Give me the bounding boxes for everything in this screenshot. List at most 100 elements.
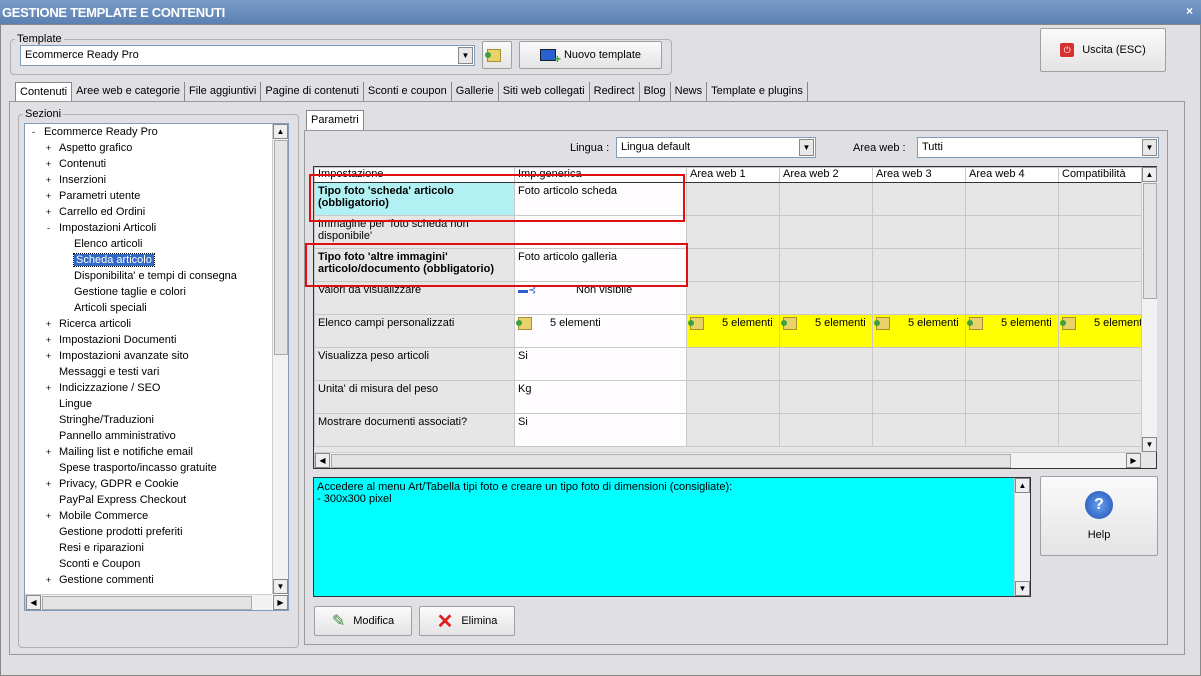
tree-item[interactable]: + Carrello ed Ordini — [44, 206, 145, 222]
column-header[interactable]: Area web 2 — [779, 167, 873, 183]
area-web-cell[interactable] — [872, 347, 966, 381]
area-web-cell[interactable]: 5 elementi — [965, 314, 1059, 348]
expand-icon[interactable]: + — [44, 208, 53, 217]
tree-item[interactable]: - Impostazioni Articoli — [44, 222, 156, 238]
tree-vertical-scrollbar[interactable]: ▲ ▼ — [272, 124, 288, 594]
area-web-cell[interactable] — [779, 380, 873, 414]
area-web-cell[interactable] — [872, 380, 966, 414]
expand-icon[interactable]: + — [44, 576, 53, 585]
area-web-cell[interactable] — [965, 281, 1059, 315]
tree-item[interactable]: + Impostazioni Documenti — [44, 334, 177, 350]
expand-icon[interactable]: + — [44, 336, 53, 345]
area-web-cell[interactable] — [1058, 215, 1152, 249]
area-web-cell[interactable] — [686, 215, 780, 249]
chevron-down-icon[interactable]: ▼ — [799, 139, 814, 156]
chevron-down-icon[interactable]: ▼ — [1142, 139, 1157, 156]
tree-item[interactable]: Spese trasporto/incasso gratuite — [44, 462, 217, 478]
area-web-cell[interactable]: 5 elementi — [1058, 314, 1152, 348]
area-web-cell[interactable] — [686, 248, 780, 282]
area-web-cell[interactable] — [779, 347, 873, 381]
area-web-cell[interactable] — [965, 413, 1059, 447]
column-header[interactable]: Compatibilità — [1058, 167, 1152, 183]
area-web-cell[interactable] — [1058, 413, 1152, 447]
tree-item[interactable]: + Aspetto grafico — [44, 142, 133, 158]
tab-contenuti[interactable]: Contenuti — [15, 82, 73, 102]
expand-icon[interactable]: + — [44, 352, 53, 361]
scroll-thumb[interactable] — [42, 596, 252, 610]
scroll-up-icon[interactable]: ▲ — [1142, 167, 1157, 182]
help-button[interactable]: ? Help — [1040, 476, 1158, 556]
area-web-cell[interactable] — [965, 347, 1059, 381]
area-web-cell[interactable] — [686, 347, 780, 381]
area-web-cell[interactable] — [965, 380, 1059, 414]
scroll-right-icon[interactable]: ▶ — [1126, 453, 1141, 468]
tree-item[interactable]: Sconti e Coupon — [44, 558, 140, 574]
area-web-cell[interactable] — [965, 182, 1059, 216]
scroll-thumb[interactable] — [1143, 183, 1157, 299]
area-web-cell[interactable]: 5 elementi — [872, 314, 966, 348]
area-web-cell[interactable] — [1058, 248, 1152, 282]
area-web-cell[interactable] — [779, 281, 873, 315]
area-web-cell[interactable] — [965, 215, 1059, 249]
tree-item[interactable]: + Inserzioni — [44, 174, 106, 190]
scroll-down-icon[interactable]: ▼ — [273, 579, 288, 594]
tree-item[interactable]: + Impostazioni avanzate sito — [44, 350, 189, 366]
collapse-icon[interactable]: - — [44, 224, 53, 233]
elimina-button[interactable]: ✕ Elimina — [419, 606, 515, 636]
expand-icon[interactable]: + — [44, 176, 53, 185]
tree-item[interactable]: Elenco articoli — [59, 238, 142, 254]
scroll-up-icon[interactable]: ▲ — [273, 124, 288, 139]
tree-item[interactable]: Scheda articolo — [59, 253, 155, 270]
expand-icon[interactable]: + — [44, 480, 53, 489]
tree-item[interactable]: + Mobile Commerce — [44, 510, 148, 526]
tab-gallerie[interactable]: Gallerie — [452, 82, 499, 102]
open-folder-button[interactable] — [482, 41, 512, 69]
close-icon[interactable]: × — [1186, 4, 1193, 18]
tree-item[interactable]: PayPal Express Checkout — [44, 494, 186, 510]
tab-pagine[interactable]: Pagine di contenuti — [261, 82, 364, 102]
chevron-down-icon[interactable]: ▼ — [458, 47, 473, 64]
area-web-cell[interactable] — [872, 248, 966, 282]
setting-value[interactable]: Kg — [514, 380, 687, 414]
table-row[interactable]: Elenco campi personalizzati 5 elementi 5 e… — [314, 314, 1152, 348]
expand-icon[interactable]: + — [44, 320, 53, 329]
tree-item[interactable]: Gestione taglie e colori — [59, 286, 186, 302]
note-scrollbar[interactable]: ▲ ▼ — [1014, 478, 1030, 596]
area-web-cell[interactable] — [686, 182, 780, 216]
template-select[interactable]: Ecommerce Ready Pro ▼ — [20, 45, 475, 66]
tree-item[interactable]: Disponibilita' e tempi di consegna — [59, 270, 237, 286]
tree-item[interactable]: Pannello amministrativo — [44, 430, 176, 446]
new-template-button[interactable]: + Nuovo template — [519, 41, 662, 69]
column-header[interactable]: Area web 1 — [686, 167, 780, 183]
setting-value[interactable]: Si — [514, 347, 687, 381]
area-web-cell[interactable]: 5 elementi — [779, 314, 873, 348]
grid-vertical-scrollbar[interactable]: ▲ ▼ — [1141, 167, 1157, 452]
lingua-select[interactable]: Lingua default ▼ — [616, 137, 816, 158]
sections-tree[interactable]: - Ecommerce Ready Pro + Aspetto grafico + Con… — [24, 123, 289, 611]
grid-horizontal-scrollbar[interactable]: ◀ ▶ — [314, 452, 1141, 468]
area-web-cell[interactable] — [1058, 182, 1152, 216]
scroll-up-icon[interactable]: ▲ — [1015, 478, 1030, 493]
tree-item[interactable]: Articoli speciali — [59, 302, 147, 318]
tab-redirect[interactable]: Redirect — [590, 82, 640, 102]
tab-parametri[interactable]: Parametri — [306, 110, 364, 130]
scroll-left-icon[interactable]: ◀ — [315, 453, 330, 468]
tab-template-plugins[interactable]: Template e plugins — [707, 82, 808, 102]
expand-icon[interactable]: + — [44, 512, 53, 521]
tab-siti-web[interactable]: Siti web collegati — [499, 82, 590, 102]
scroll-down-icon[interactable]: ▼ — [1142, 437, 1157, 452]
area-web-cell[interactable] — [872, 281, 966, 315]
area-web-cell[interactable] — [686, 380, 780, 414]
tree-item[interactable]: + Ricerca articoli — [44, 318, 131, 334]
area-web-cell[interactable]: 5 elementi — [686, 314, 780, 348]
area-web-cell[interactable] — [686, 281, 780, 315]
tab-sconti[interactable]: Sconti e coupon — [364, 82, 452, 102]
exit-button[interactable]: ⏻ Uscita (ESC) — [1040, 28, 1166, 72]
area-web-cell[interactable] — [872, 215, 966, 249]
scroll-right-icon[interactable]: ▶ — [273, 595, 288, 610]
tree-item[interactable]: + Parametri utente — [44, 190, 140, 206]
tree-item[interactable]: - Ecommerce Ready Pro — [29, 126, 158, 142]
tree-item[interactable]: + Contenuti — [44, 158, 106, 174]
area-web-cell[interactable] — [779, 413, 873, 447]
area-web-cell[interactable] — [1058, 347, 1152, 381]
